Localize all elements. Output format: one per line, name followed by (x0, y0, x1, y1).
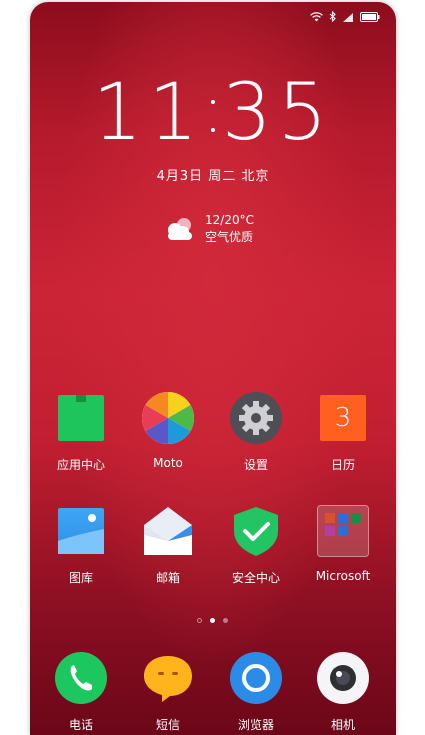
app-phone[interactable]: 电话 (41, 652, 121, 733)
page-indicator[interactable] (197, 618, 228, 623)
app-label: 浏览器 (237, 718, 274, 732)
signal-4g-icon (343, 12, 353, 22)
messages-icon (142, 652, 194, 704)
app-label: Microsoft (315, 569, 371, 583)
page-dot-active[interactable] (210, 618, 215, 623)
calendar-icon: 3 (320, 395, 366, 441)
app-browser[interactable]: 浏览器 (216, 652, 296, 733)
microsoft-folder[interactable]: Microsoft (303, 505, 383, 583)
cloudy-icon (168, 218, 192, 240)
clock-colon (204, 74, 222, 152)
gallery-icon (55, 505, 107, 557)
app-messages[interactable]: 短信 (128, 652, 208, 733)
app-label: 设置 (243, 458, 268, 472)
app-label: 相机 (330, 718, 355, 732)
app-label: 安全中心 (231, 571, 280, 585)
camera-icon (317, 652, 369, 704)
weather-temperature: 12/20°C (205, 213, 254, 227)
phone-icon (55, 652, 107, 704)
calendar-day: 3 (334, 403, 352, 433)
app-label: Moto (153, 456, 183, 470)
app-mail[interactable]: 邮箱 (128, 505, 208, 586)
clock-hour: 11 (92, 68, 204, 158)
moto-icon (142, 392, 194, 444)
app-center[interactable]: 应用中心 (41, 392, 121, 473)
app-label: 图库 (68, 571, 93, 585)
lock-clock: 11 35 (30, 74, 396, 152)
app-security-center[interactable]: 安全中心 (216, 505, 296, 586)
date-location: 4月3日 周二 北京 (156, 169, 270, 184)
security-shield-icon (230, 505, 282, 557)
clock-minute: 35 (222, 68, 334, 158)
page-dot[interactable] (223, 618, 228, 623)
app-gallery[interactable]: 图库 (41, 505, 121, 586)
weather-widget[interactable]: 12/20°C 空气优质 (163, 212, 254, 246)
app-label: 短信 (155, 718, 180, 732)
page-dot-minus-one[interactable] (197, 618, 202, 623)
settings-gear-icon (230, 392, 282, 444)
app-label: 日历 (330, 458, 355, 472)
app-moto[interactable]: Moto (128, 392, 208, 470)
app-label: 邮箱 (155, 571, 180, 585)
wifi-icon (310, 11, 323, 21)
app-calendar[interactable]: 3 日历 (303, 392, 383, 473)
status-bar (310, 11, 380, 22)
app-settings[interactable]: 设置 (216, 392, 296, 473)
app-center-icon (55, 392, 107, 444)
app-camera[interactable]: 相机 (303, 652, 383, 733)
bluetooth-icon (329, 11, 336, 22)
weather-air-quality: 空气优质 (205, 230, 254, 244)
mail-icon (142, 505, 194, 557)
browser-icon (230, 652, 282, 704)
battery-icon (360, 11, 380, 22)
app-label: 电话 (68, 718, 93, 732)
microsoft-folder-icon (317, 505, 369, 557)
phone-screen: 11 35 4月3日 周二 北京 12/20°C 空气优质 应用中心 Moto … (30, 2, 396, 735)
app-label: 应用中心 (56, 458, 105, 472)
